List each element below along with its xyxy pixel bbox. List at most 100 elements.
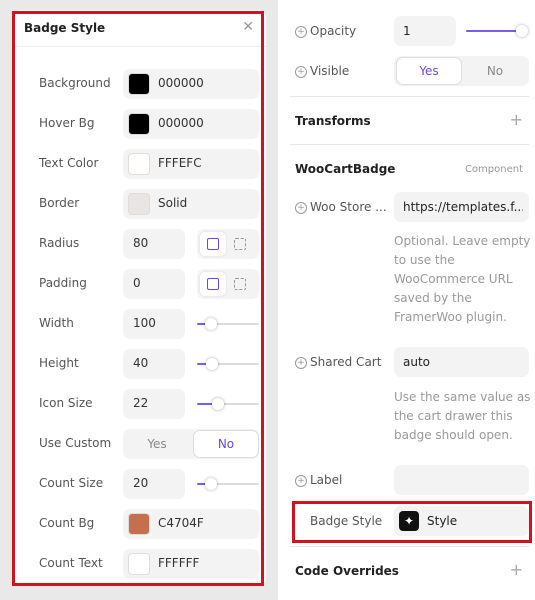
slider-fill (466, 30, 522, 32)
component-tag: Component (464, 164, 523, 175)
individual-corners-icon[interactable] (234, 238, 246, 250)
visible-label: Visible (310, 64, 350, 78)
property-value: 40 (133, 356, 149, 370)
property-value: 80 (133, 236, 149, 250)
badge-style-button[interactable]: ✦ Style (394, 506, 529, 536)
slider-knob[interactable] (212, 398, 224, 410)
color-swatch[interactable] (128, 73, 150, 95)
property-input[interactable]: 0 (123, 269, 185, 299)
badge-style-popover: Badge Style ✕ Background 000000 Hover Bg 00… (12, 10, 266, 586)
property-label: Width (39, 316, 74, 330)
uniform-mode-option[interactable] (200, 272, 226, 296)
visible-yes-option[interactable]: Yes (396, 57, 462, 85)
opacity-slider[interactable] (466, 16, 528, 46)
visible-row: + Visible Yes No (278, 56, 535, 86)
slider-knob[interactable] (206, 358, 218, 370)
component-name: WooCartBadge (295, 162, 396, 176)
plus-circle-icon[interactable]: + (295, 357, 307, 369)
property-label: Border (39, 196, 80, 210)
radius-mode-segment[interactable] (197, 229, 259, 259)
close-icon[interactable]: ✕ (242, 19, 254, 35)
add-transform-icon[interactable]: + (510, 110, 523, 129)
sparkle-icon: ✦ (399, 511, 419, 531)
color-swatch[interactable] (128, 153, 150, 175)
property-label: Count Bg (39, 516, 95, 530)
shared-cart-row: + Shared Cart auto (278, 347, 535, 377)
use-custom-toggle[interactable]: Yes No (123, 429, 259, 459)
popover-title: Badge Style (24, 21, 106, 35)
property-value: 20 (133, 476, 149, 490)
uniform-mode-option[interactable] (200, 232, 226, 256)
shared-cart-hint: Use the same value as the cart drawer th… (394, 390, 531, 442)
woo-store-row: + Woo Store ... https://templates.f... (278, 192, 535, 222)
property-value: 000000 (158, 76, 204, 90)
properties-panel: + Opacity 1 + Visible Yes No Transforms … (278, 0, 535, 600)
shared-cart-input[interactable]: auto (394, 347, 529, 377)
property-row: Border Solid (12, 189, 266, 219)
label-label: Label (310, 473, 343, 487)
property-label: Use Custom (39, 436, 112, 450)
property-row: Count Bg C4704F (12, 509, 266, 539)
property-input[interactable]: 000000 (123, 69, 259, 99)
add-override-icon[interactable]: + (510, 560, 523, 579)
property-value: 100 (133, 316, 156, 330)
property-value: 000000 (158, 116, 204, 130)
property-row: Icon Size 22 (12, 389, 266, 419)
property-value: C4704F (158, 516, 204, 530)
property-slider[interactable] (197, 389, 259, 419)
color-swatch[interactable] (128, 513, 150, 535)
property-slider[interactable] (197, 349, 259, 379)
plus-circle-icon[interactable]: + (295, 475, 307, 487)
visible-no-option[interactable]: No (461, 56, 529, 86)
property-slider[interactable] (197, 469, 259, 499)
property-row: Width 100 (12, 309, 266, 339)
property-input[interactable]: FFFEFC (123, 149, 259, 179)
property-input[interactable]: 22 (123, 389, 185, 419)
property-label: Icon Size (39, 396, 93, 410)
visible-toggle[interactable]: Yes No (394, 56, 529, 86)
property-input[interactable]: Solid (123, 189, 259, 219)
property-slider[interactable] (197, 309, 259, 339)
property-value: 22 (133, 396, 149, 410)
color-swatch[interactable] (128, 113, 150, 135)
property-label: Count Text (39, 556, 103, 570)
property-input[interactable]: FFFFFF (123, 549, 259, 579)
property-input[interactable]: 20 (123, 469, 185, 499)
slider-knob[interactable] (204, 318, 217, 330)
woo-store-label: Woo Store ... (310, 200, 387, 214)
property-value: 0 (133, 276, 141, 290)
popover-header: Badge Style ✕ (12, 10, 266, 47)
color-swatch[interactable] (128, 553, 150, 575)
toggle-no-option[interactable]: No (193, 430, 259, 458)
property-row: Hover Bg 000000 (12, 109, 266, 139)
property-input[interactable]: 40 (123, 349, 185, 379)
property-label: Hover Bg (39, 116, 95, 130)
plus-circle-icon[interactable]: + (295, 66, 307, 78)
color-swatch[interactable] (128, 193, 150, 215)
property-input[interactable]: C4704F (123, 509, 259, 539)
property-row: Count Text FFFFFF (12, 549, 266, 579)
individual-corners-icon[interactable] (234, 278, 246, 290)
plus-circle-icon[interactable]: + (295, 26, 307, 38)
code-overrides-title: Code Overrides (295, 564, 399, 578)
property-row: Use Custom Yes No (12, 429, 266, 459)
slider-knob[interactable] (204, 478, 217, 490)
woo-store-url-input[interactable]: https://templates.f... (394, 192, 529, 222)
transforms-section-title: Transforms (295, 114, 371, 128)
opacity-input[interactable]: 1 (394, 16, 456, 46)
opacity-label: Opacity (310, 24, 357, 38)
property-input[interactable]: 000000 (123, 109, 259, 139)
label-input[interactable] (394, 465, 529, 495)
property-row: Radius 80 (12, 229, 266, 259)
toggle-yes-option[interactable]: Yes (123, 429, 191, 459)
property-label: Text Color (39, 156, 99, 170)
divider (290, 144, 529, 145)
property-input[interactable]: 100 (123, 309, 185, 339)
property-value: FFFFFF (158, 556, 200, 570)
slider-knob[interactable] (516, 25, 528, 37)
property-value: Solid (158, 196, 188, 210)
property-label: Count Size (39, 476, 104, 490)
property-input[interactable]: 80 (123, 229, 185, 259)
padding-mode-segment[interactable] (197, 269, 259, 299)
plus-circle-icon[interactable]: + (295, 202, 307, 214)
